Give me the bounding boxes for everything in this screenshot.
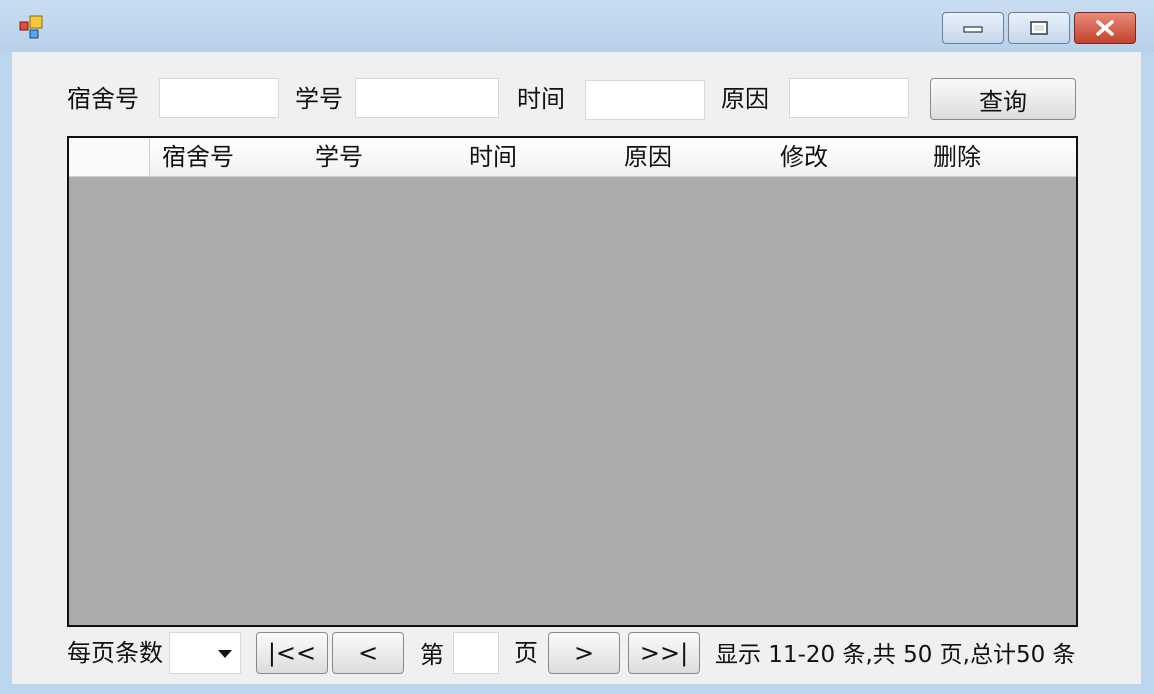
maximize-icon <box>1030 21 1048 35</box>
dorm-input[interactable] <box>159 78 279 118</box>
per-page-select[interactable] <box>169 632 241 674</box>
app-icon <box>18 14 44 40</box>
column-header-dorm[interactable]: 宿舍号 <box>162 142 234 172</box>
chevron-down-icon <box>218 650 232 658</box>
page-number-input[interactable] <box>453 632 499 674</box>
maximize-button[interactable] <box>1008 12 1070 44</box>
per-page-label: 每页条数 <box>67 639 163 667</box>
page-prefix: 第 <box>420 641 444 669</box>
row-header-corner <box>69 138 150 176</box>
column-header-delete[interactable]: 删除 <box>933 142 981 172</box>
close-button[interactable] <box>1074 12 1136 44</box>
reason-input[interactable] <box>789 78 909 118</box>
minimize-button[interactable] <box>942 12 1004 44</box>
window-bottom-edge <box>0 684 1154 694</box>
minimize-icon <box>963 26 983 33</box>
query-button[interactable]: 查询 <box>930 78 1076 120</box>
grid-header: 宿舍号 学号 时间 原因 修改 删除 <box>69 138 1076 177</box>
first-page-button[interactable]: |<< <box>256 632 328 674</box>
title-bar <box>0 0 1154 52</box>
column-header-student[interactable]: 学号 <box>315 142 363 172</box>
page-suffix: 页 <box>514 639 538 667</box>
page-status: 显示 11-20 条,共 50 页,总计50 条 <box>715 642 1076 668</box>
time-label: 时间 <box>517 85 565 113</box>
last-page-button[interactable]: >>| <box>628 632 700 674</box>
dorm-label: 宿舍号 <box>67 85 139 113</box>
student-label: 学号 <box>295 85 343 113</box>
column-header-edit[interactable]: 修改 <box>780 142 828 172</box>
column-header-reason[interactable]: 原因 <box>624 142 672 172</box>
reason-label: 原因 <box>721 85 769 113</box>
time-input[interactable] <box>585 80 705 120</box>
data-grid[interactable]: 宿舍号 学号 时间 原因 修改 删除 <box>67 136 1078 627</box>
close-icon <box>1096 20 1114 36</box>
prev-page-button[interactable]: < <box>332 632 404 674</box>
client-area: 宿舍号 学号 时间 原因 查询 宿舍号 学号 时间 原因 修改 删除 每页条数 … <box>12 52 1141 684</box>
student-input[interactable] <box>355 78 499 118</box>
next-page-button[interactable]: > <box>548 632 620 674</box>
column-header-time[interactable]: 时间 <box>469 142 517 172</box>
